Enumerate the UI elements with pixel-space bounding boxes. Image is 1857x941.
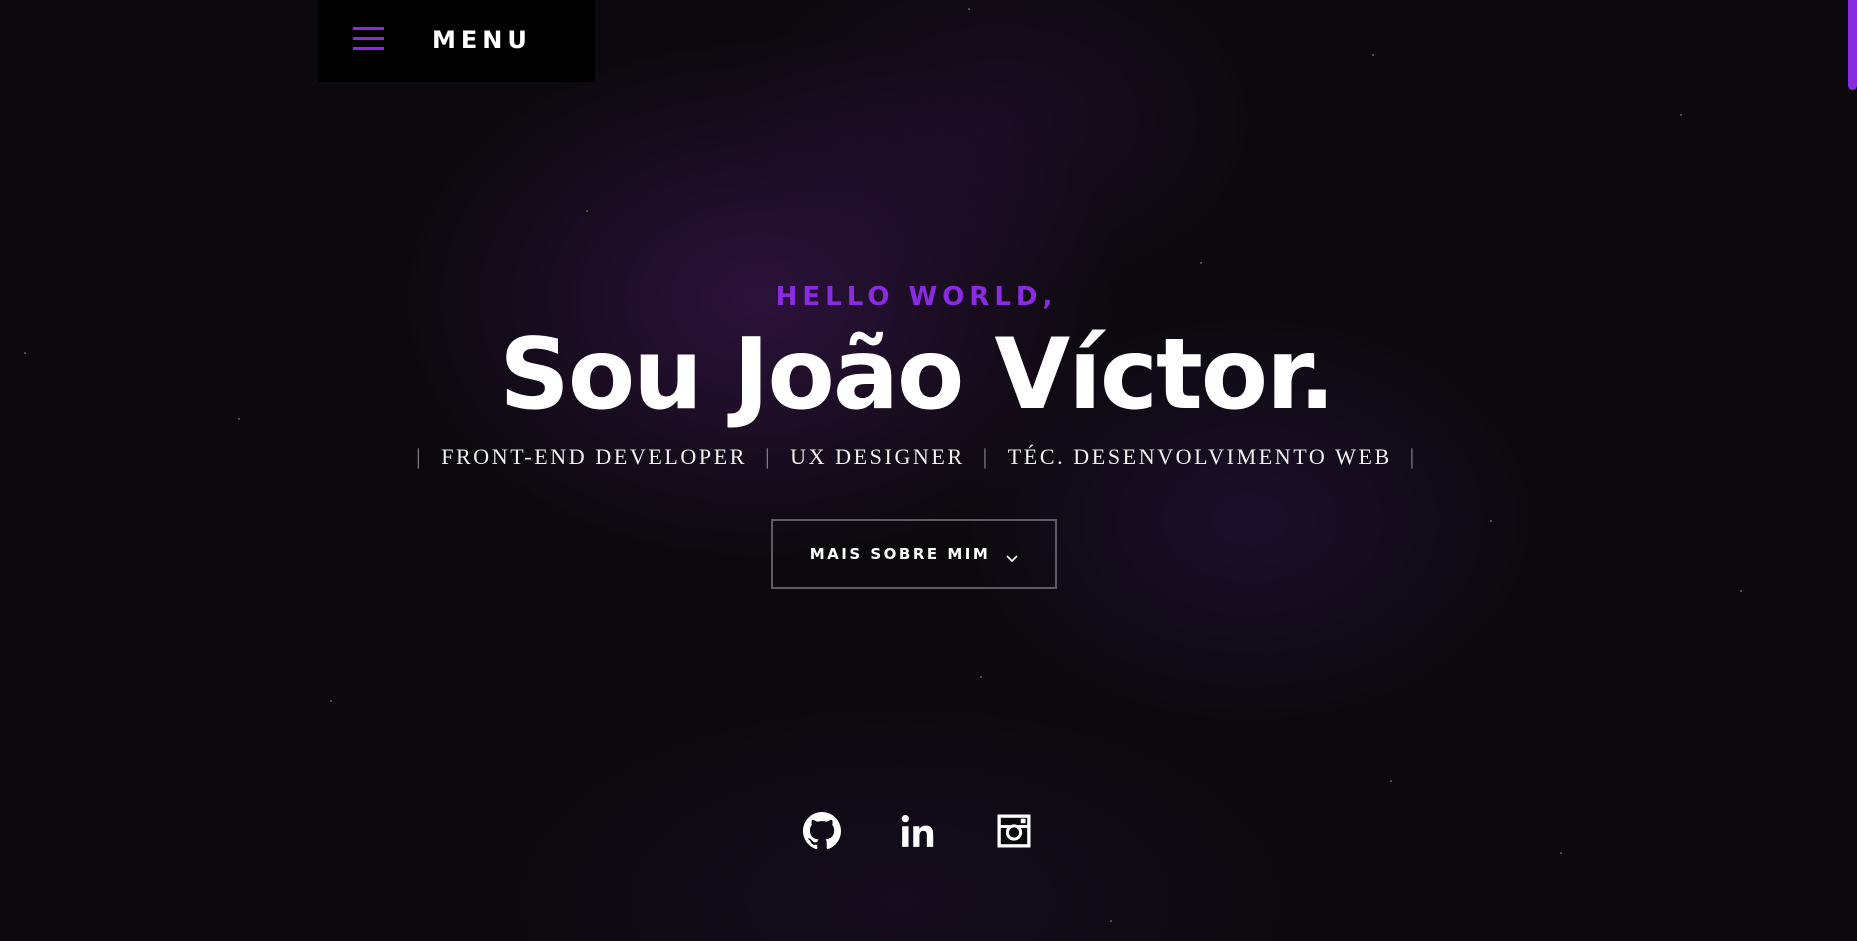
menu-button[interactable]: MENU — [318, 0, 595, 82]
menu-label: MENU — [432, 26, 532, 54]
role-separator: | — [765, 444, 773, 469]
page: MENU HELLO WORLD, Sou João Víctor. | FRON… — [0, 0, 1857, 941]
role-ux-designer: UX DESIGNER — [790, 444, 965, 469]
hero-greeting: HELLO WORLD, — [775, 282, 1058, 312]
linkedin-link[interactable] — [898, 811, 938, 851]
more-about-me-button[interactable]: MAIS SOBRE MIM — [771, 519, 1057, 589]
role-separator: | — [982, 444, 990, 469]
role-front-end: FRONT-END DEVELOPER — [441, 444, 748, 469]
role-separator: | — [1409, 444, 1417, 469]
linkedin-icon — [899, 812, 937, 850]
instagram-icon — [996, 813, 1032, 849]
more-about-me-label: MAIS SOBRE MIM — [809, 545, 991, 563]
chevron-down-icon — [1006, 550, 1018, 563]
instagram-link[interactable] — [994, 811, 1034, 851]
github-icon — [803, 812, 841, 850]
github-link[interactable] — [802, 811, 842, 851]
role-tec-web: TÉC. DESENVOLVIMENTO WEB — [1007, 444, 1392, 469]
scrollbar-thumb[interactable] — [1848, 0, 1857, 90]
scrollbar[interactable] — [1847, 0, 1857, 941]
hamburger-icon — [353, 27, 384, 53]
hero-title: Sou João Víctor. — [499, 318, 1335, 432]
hero-roles: | FRONT-END DEVELOPER | UX DESIGNER | TÉC. DE… — [0, 444, 1833, 470]
role-separator: | — [416, 444, 424, 469]
